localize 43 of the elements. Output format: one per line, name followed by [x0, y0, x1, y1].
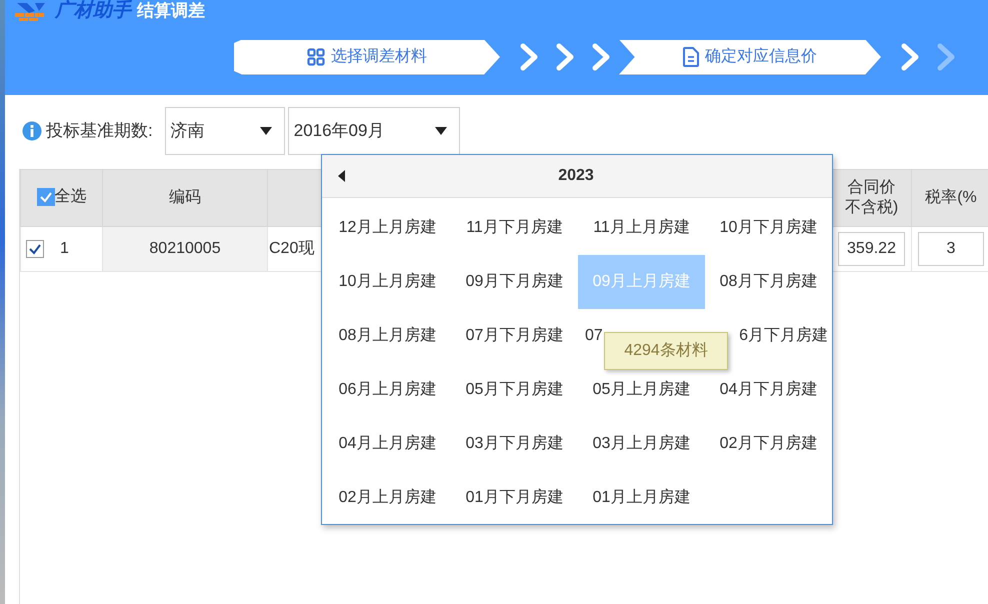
region-select[interactable]: 济南 — [164, 107, 285, 155]
period-option[interactable]: 05月下月房建 — [451, 363, 578, 417]
period-option[interactable]: 10月上月房建 — [324, 255, 451, 309]
period-option[interactable]: 11月下月房建 — [451, 201, 578, 255]
previous-icon[interactable] — [338, 170, 346, 182]
period-option[interactable]: 02月上月房建 — [324, 471, 451, 525]
caret-icon — [434, 127, 447, 135]
input-field[interactable]: 3 — [918, 232, 984, 266]
period-option[interactable]: 08月下月房建 — [705, 255, 832, 309]
period-option[interactable]: 01月下月房建 — [451, 471, 578, 525]
period-option[interactable]: 01月上月房建 — [578, 471, 705, 525]
row-number: 1 — [59, 239, 70, 259]
check-icon — [38, 191, 52, 203]
period-option[interactable]: 02月下月房建 — [705, 417, 832, 471]
column-header: 编码 — [102, 170, 268, 226]
period-option[interactable]: 07月下月房建 — [451, 309, 578, 363]
period-option[interactable]: 10月下月房建 — [705, 201, 832, 255]
year-label: 2023 — [557, 166, 595, 186]
grid-icon — [307, 48, 325, 66]
period-option[interactable]: 09月下月房建 — [451, 255, 578, 309]
period-option[interactable]: 08月上月房建 — [324, 309, 451, 363]
table-cell: 80210005 — [149, 240, 221, 257]
column-header: 合同价 不含税) — [832, 170, 912, 226]
period-option[interactable]: 06月上月房建 — [324, 363, 451, 417]
step-tab[interactable]: 选择调差材料 — [234, 40, 500, 74]
period-option[interactable]: 12月上月房建 — [324, 201, 451, 255]
tooltip: 4294条材料 — [604, 332, 728, 370]
period-option[interactable]: 11月上月房建 — [578, 201, 705, 255]
input-field[interactable]: 359.22 — [838, 232, 905, 266]
row-checkbox[interactable] — [26, 240, 44, 258]
step-tab[interactable]: 确定对应信息价 — [619, 40, 881, 74]
check-icon — [28, 243, 42, 255]
document-icon — [683, 47, 699, 67]
period-option[interactable]: 03月上月房建 — [578, 417, 705, 471]
period-select[interactable]: 2016年09月 — [288, 107, 460, 155]
column-header: 税率(% — [912, 170, 988, 226]
app-title: 结算调差 — [137, 1, 205, 21]
period-label: 投标基准期数: — [46, 120, 153, 142]
period-option[interactable]: 04月上月房建 — [324, 417, 451, 471]
info-icon — [22, 121, 42, 141]
caret-icon — [260, 127, 272, 135]
table-cell: C20现 — [269, 240, 314, 257]
period-option[interactable]: 03月下月房建 — [451, 417, 578, 471]
